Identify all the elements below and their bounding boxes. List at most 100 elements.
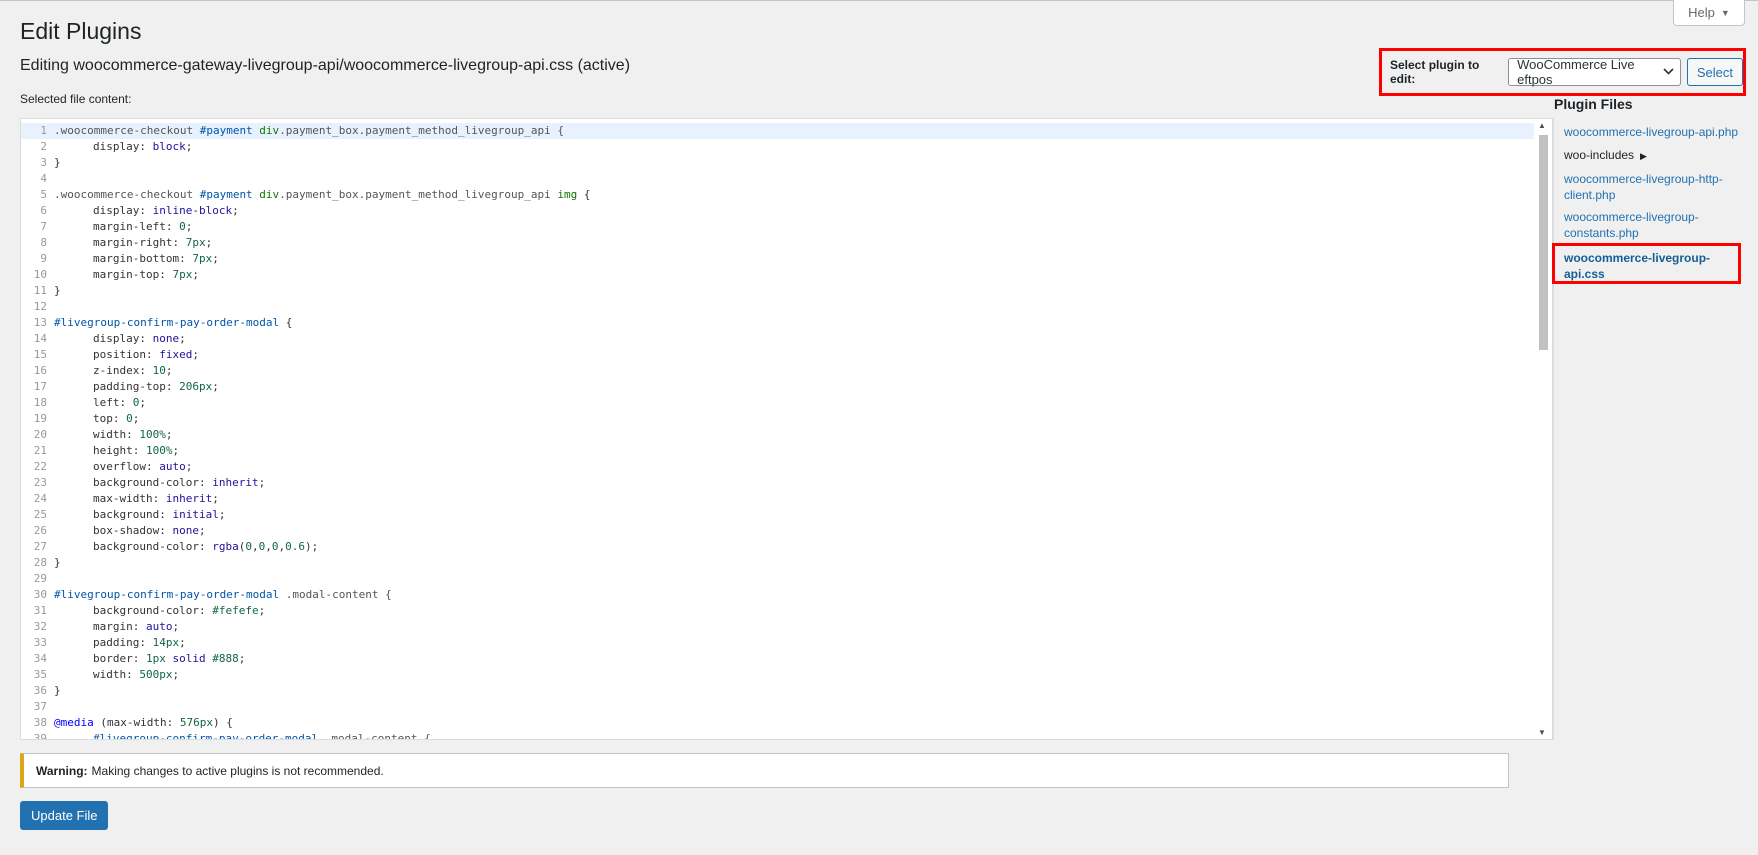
code-token: border:	[93, 652, 146, 665]
code-line[interactable]: 35 width: 500px;	[21, 667, 1535, 683]
file-link-line-2: constants.php	[1564, 226, 1639, 240]
code-line[interactable]: 5 .woocommerce-checkout #payment div.paym…	[21, 187, 1535, 203]
editor-scrollbar[interactable]: ▲ ▼	[1534, 119, 1552, 739]
line-number: 19	[33, 412, 47, 425]
code-line[interactable]: 16 z-index: 10;	[21, 363, 1535, 379]
line-number: 35	[33, 668, 47, 681]
code-line[interactable]: 18 left: 0;	[21, 395, 1535, 411]
code-token: ;	[185, 460, 193, 473]
select-plugin-button[interactable]: Select	[1686, 58, 1743, 86]
code-line[interactable]: 20 width: 100%;	[21, 427, 1535, 443]
code-token: }	[54, 556, 61, 569]
code-line[interactable]: 7 margin-left: 0;	[21, 219, 1535, 235]
code-token: block	[152, 140, 186, 153]
update-file-button[interactable]: Update File	[20, 801, 109, 830]
line-number: 29	[33, 572, 47, 585]
code-token: ;	[232, 204, 239, 217]
code-token: left:	[93, 396, 133, 409]
code-token: ;	[165, 364, 173, 377]
file-link-constants-php[interactable]: woocommerce-livegroup- constants.php	[1564, 209, 1699, 241]
code-token: solid	[172, 652, 206, 665]
code-token: img	[557, 188, 578, 201]
code-line[interactable]: 36}	[21, 683, 1535, 699]
code-line[interactable]: 26 box-shadow: none;	[21, 523, 1535, 539]
code-line[interactable]: 13 #livegroup-confirm-pay-order-modal {	[21, 315, 1535, 331]
code-token: ;	[172, 620, 180, 633]
code-token: ;	[258, 476, 266, 489]
code-line[interactable]: 3}	[21, 155, 1535, 171]
code-token: 7px	[185, 236, 206, 249]
code-token: div	[252, 188, 280, 201]
file-link-http-client-php[interactable]: woocommerce-livegroup-http- client.php	[1564, 171, 1723, 203]
line-number: 15	[33, 348, 47, 361]
top-border	[0, 0, 1758, 1]
code-line[interactable]: 15 position: fixed;	[21, 347, 1535, 363]
code-line[interactable]: 28}	[21, 555, 1535, 571]
code-token: #888	[212, 652, 239, 665]
code-line[interactable]: 9 margin-bottom: 7px;	[21, 251, 1535, 267]
code-token: ;	[212, 380, 219, 393]
code-line[interactable]: 4	[21, 171, 1535, 187]
code-line[interactable]: 32 margin: auto;	[21, 619, 1535, 635]
code-token: display:	[93, 140, 153, 153]
code-token: 7px	[172, 268, 193, 281]
code-line[interactable]: 21 height: 100%;	[21, 443, 1535, 459]
line-number: 14	[33, 332, 47, 345]
code-line[interactable]: 2 display: block;	[21, 139, 1535, 155]
line-number: 38	[33, 716, 47, 729]
code-editor[interactable]: 1 .woocommerce-checkout #payment div.paym…	[20, 118, 1553, 740]
code-token: 10	[152, 364, 166, 377]
warning-text: Making changes to active plugins is not …	[91, 763, 384, 778]
code-token: max-width:	[93, 492, 166, 505]
code-line[interactable]: 17 padding-top: 206px;	[21, 379, 1535, 395]
code-lines[interactable]: 1 .woocommerce-checkout #payment div.paym…	[21, 123, 1535, 740]
line-number: 33	[33, 636, 47, 649]
code-line[interactable]: 12	[21, 299, 1535, 315]
file-link-main-php[interactable]: woocommerce-livegroup-api.php	[1564, 124, 1738, 140]
code-line[interactable]: 24 max-width: inherit;	[21, 491, 1535, 507]
code-token: .payment_box.payment_method_livegroup_ap…	[279, 124, 564, 137]
plugin-file-list: woocommerce-livegroup-api.php woo-includ…	[1553, 118, 1742, 740]
code-line[interactable]: 14 display: none;	[21, 331, 1535, 347]
code-line[interactable]: 8 margin-right: 7px;	[21, 235, 1535, 251]
code-token: height:	[93, 444, 146, 457]
code-line[interactable]: 39 #livegroup-confirm-pay-order-modal .mo…	[21, 731, 1535, 740]
line-number: 16	[33, 364, 47, 377]
code-token: padding:	[93, 636, 153, 649]
code-line[interactable]: 29	[21, 571, 1535, 587]
code-token: #payment	[199, 188, 253, 201]
code-token: ;	[172, 444, 180, 457]
code-line[interactable]: 25 background: initial;	[21, 507, 1535, 523]
help-tab-button[interactable]: Help ▼	[1673, 0, 1745, 26]
file-link-line-1: woocommerce-livegroup-http-	[1564, 172, 1723, 186]
code-line[interactable]: 6 display: inline-block;	[21, 203, 1535, 219]
code-token: }	[54, 684, 61, 697]
code-line[interactable]: 10 margin-top: 7px;	[21, 267, 1535, 283]
line-number: 30	[33, 588, 47, 601]
code-line[interactable]: 23 background-color: inherit;	[21, 475, 1535, 491]
code-line[interactable]: 30 #livegroup-confirm-pay-order-modal .mo…	[21, 587, 1535, 603]
code-token: .modal-content {	[318, 732, 431, 740]
code-line[interactable]: 27 background-color: rgba(0,0,0,0.6);	[21, 539, 1535, 555]
code-line[interactable]: 19 top: 0;	[21, 411, 1535, 427]
scroll-down-icon[interactable]: ▼	[1538, 728, 1546, 737]
plugin-select-dropdown[interactable]: WooCommerce Live eftpos	[1508, 57, 1681, 87]
code-token: #livegroup-confirm-pay-order-modal	[93, 732, 319, 740]
code-token: ;	[165, 428, 173, 441]
code-line[interactable]: 1 .woocommerce-checkout #payment div.paym…	[21, 123, 1535, 139]
scrollbar-thumb[interactable]	[1539, 135, 1548, 350]
code-line[interactable]: 33 padding: 14px;	[21, 635, 1535, 651]
code-line[interactable]: 11}	[21, 283, 1535, 299]
code-line[interactable]: 38 @media (max-width: 576px) {	[21, 715, 1535, 731]
code-line[interactable]: 37	[21, 699, 1535, 715]
folder-woo-includes[interactable]: woo-includes ▶	[1564, 147, 1647, 164]
line-number: 34	[33, 652, 47, 665]
code-token: margin-right:	[93, 236, 186, 249]
code-token: z-index:	[93, 364, 153, 377]
code-token: display:	[93, 332, 153, 345]
code-line[interactable]: 22 overflow: auto;	[21, 459, 1535, 475]
code-line[interactable]: 34 border: 1px solid #888;	[21, 651, 1535, 667]
scroll-up-icon[interactable]: ▲	[1538, 121, 1546, 130]
code-token: background-color:	[93, 540, 213, 553]
code-line[interactable]: 31 background-color: #fefefe;	[21, 603, 1535, 619]
